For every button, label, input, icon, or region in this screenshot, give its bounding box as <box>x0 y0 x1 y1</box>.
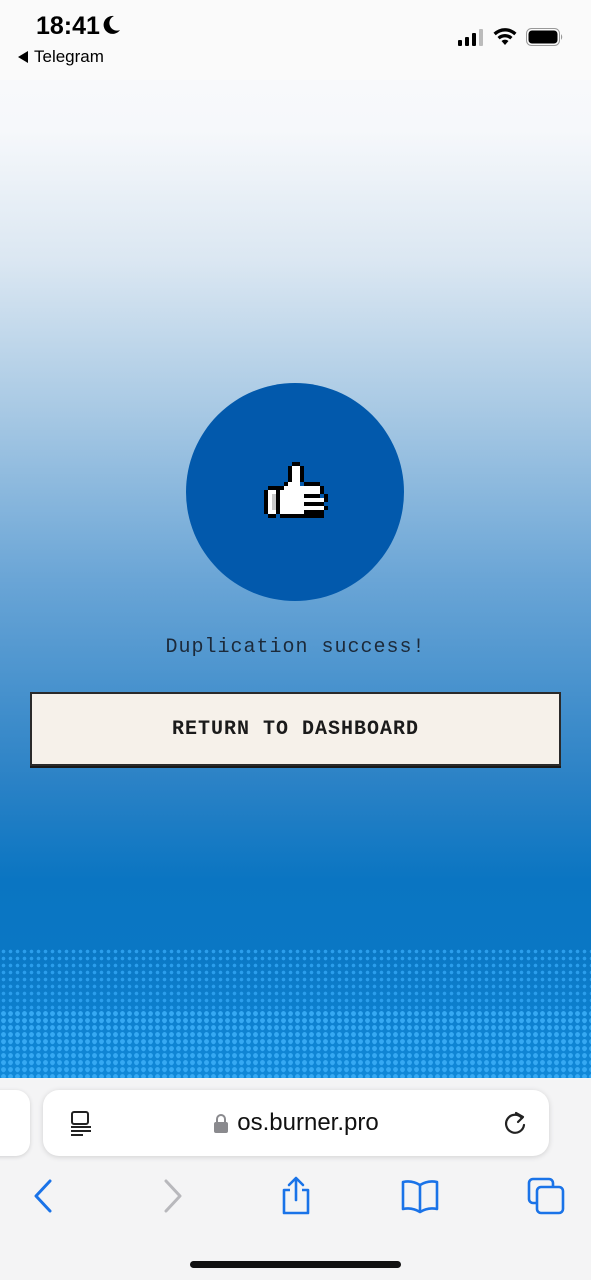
share-icon[interactable] <box>276 1176 316 1216</box>
previous-tab-preview[interactable] <box>0 1090 30 1156</box>
return-to-dashboard-button[interactable]: RETURN TO DASHBOARD <box>30 692 561 766</box>
bookmarks-icon[interactable] <box>400 1176 440 1216</box>
url-text: os.burner.pro <box>237 1109 379 1136</box>
cellular-signal-icon <box>458 28 483 46</box>
status-bar: 18:41 Telegram <box>0 0 591 80</box>
moon-icon <box>103 15 120 34</box>
back-arrow-icon <box>18 51 28 63</box>
tabs-icon[interactable] <box>526 1176 566 1216</box>
back-icon[interactable] <box>24 1176 64 1216</box>
browser-toolbar: os.burner.pro <box>0 1078 591 1280</box>
forward-icon[interactable] <box>152 1176 192 1216</box>
halftone-pattern-dense <box>0 1010 591 1078</box>
wifi-icon <box>493 28 517 45</box>
status-message: Duplication success! <box>165 636 426 659</box>
status-time: 18:41 <box>36 12 100 40</box>
web-content: Duplication success! RETURN TO DASHBOARD <box>0 80 591 1078</box>
address-bar[interactable]: os.burner.pro <box>43 1090 549 1156</box>
battery-icon <box>526 28 563 46</box>
back-to-app-link[interactable]: Telegram <box>18 47 104 67</box>
thumbs-up-icon <box>264 462 328 518</box>
lock-icon <box>214 1114 229 1133</box>
home-indicator[interactable] <box>190 1261 401 1268</box>
reload-icon[interactable] <box>501 1109 529 1137</box>
back-app-label: Telegram <box>34 47 104 66</box>
